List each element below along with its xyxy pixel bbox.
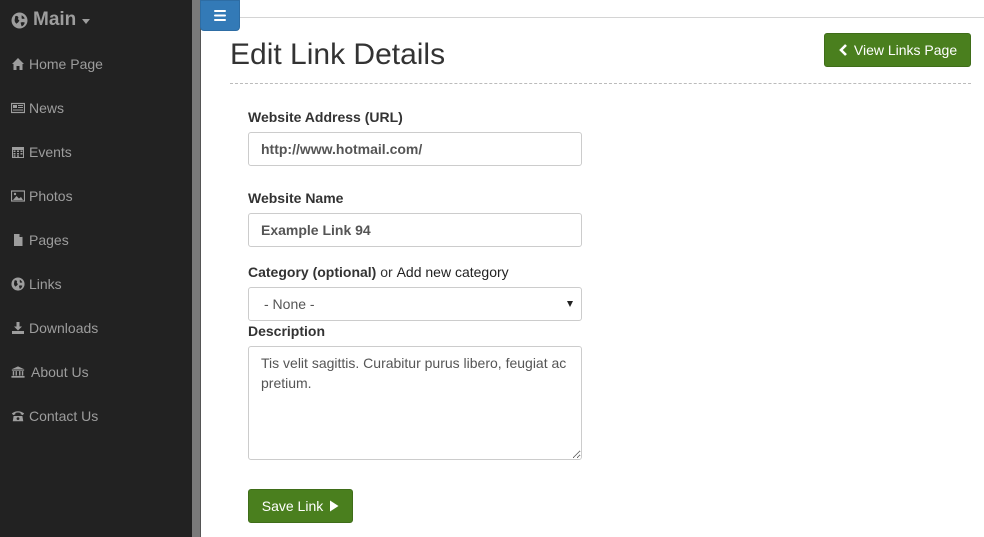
calendar-icon (12, 147, 24, 158)
description-label: Description (248, 323, 326, 339)
sidebar-item-label: Events (29, 144, 72, 160)
sidebar-item-downloads[interactable]: Downloads (0, 310, 192, 346)
sidebar-item-label: Photos (29, 188, 73, 204)
globe-icon (11, 277, 25, 291)
sidebar-item-home-page[interactable]: Home Page (0, 46, 192, 82)
picture-icon (11, 190, 25, 202)
url-label: Website Address (URL) (248, 109, 403, 125)
caret-down-icon (82, 18, 91, 24)
institution-icon (11, 366, 25, 378)
download-icon (12, 322, 24, 334)
category-or-text: or (380, 264, 393, 280)
file-icon (14, 234, 23, 246)
category-select[interactable]: - None - (248, 287, 582, 321)
sidebar-item-label: About Us (31, 364, 89, 380)
sidebar-item-label: Home Page (29, 56, 103, 72)
chevron-left-icon (839, 44, 847, 56)
sidebar-item-links[interactable]: Links (0, 266, 192, 302)
globe-icon (11, 12, 28, 28)
home-icon (12, 58, 24, 70)
brand-menu[interactable]: Main (11, 8, 91, 32)
category-selected-value: - None - (264, 296, 315, 312)
view-links-page-label: View Links Page (853, 42, 958, 58)
sidebar-item-about-us[interactable]: About Us (0, 354, 192, 390)
category-label-row: Category (optional) or Add new category (248, 264, 509, 280)
category-label: Category (optional) (248, 264, 377, 280)
sidebar-item-label: Downloads (29, 320, 99, 336)
dropdown-arrow-icon (567, 301, 573, 307)
sidebar-divider (200, 0, 201, 537)
sidebar-item-events[interactable]: Events (0, 134, 192, 170)
page-title: Edit Link Details (230, 38, 446, 71)
header-divider (230, 83, 971, 84)
brand-label: Main (33, 9, 77, 30)
sidebar-item-contact-us[interactable]: Contact Us (0, 398, 192, 434)
menu-icon (214, 10, 226, 21)
add-new-category-link[interactable]: Add new category (397, 264, 509, 280)
description-textarea[interactable]: Tis velit sagittis. Curabitur purus libe… (248, 346, 582, 460)
save-link-label: Save Link (261, 498, 324, 514)
sidebar-scrollbar[interactable] (192, 0, 200, 537)
newspaper-icon (11, 102, 25, 114)
phone-icon (11, 411, 25, 422)
url-input[interactable] (248, 132, 582, 166)
sidebar: Main Home Page News Events Photos Pages … (0, 0, 192, 537)
sidebar-item-label: Pages (29, 232, 69, 248)
sidebar-item-pages[interactable]: Pages (0, 222, 192, 258)
website-name-input[interactable] (248, 213, 582, 247)
save-link-button[interactable]: Save Link (248, 489, 353, 523)
sidebar-item-label: Contact Us (29, 408, 99, 424)
sidebar-item-photos[interactable]: Photos (0, 178, 192, 214)
sidebar-toggle-button[interactable] (200, 0, 240, 31)
website-name-label: Website Name (248, 190, 344, 206)
sidebar-item-label: Links (29, 276, 62, 292)
top-divider (240, 17, 984, 18)
play-icon (330, 500, 339, 512)
view-links-page-button[interactable]: View Links Page (824, 33, 971, 67)
sidebar-item-news[interactable]: News (0, 90, 192, 126)
sidebar-item-label: News (29, 100, 65, 116)
